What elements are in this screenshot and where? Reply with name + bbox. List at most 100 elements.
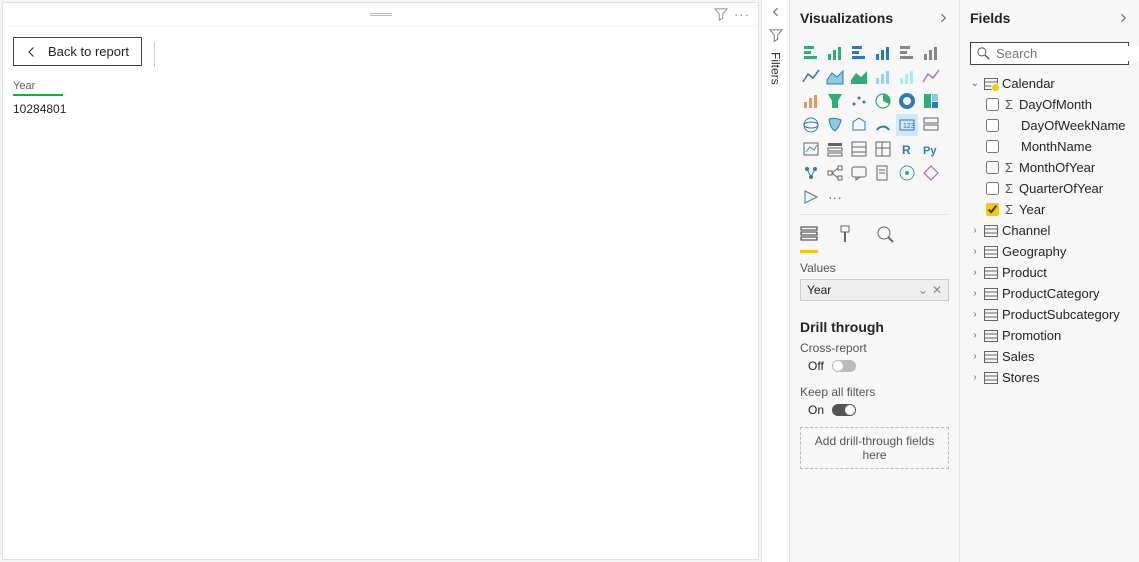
table-calendar[interactable]: ⌄ Calendar (970, 73, 1129, 94)
viz-area[interactable] (824, 66, 846, 88)
table-product[interactable]: ›Product (970, 262, 1129, 283)
field-label: DayOfMonth (1019, 97, 1092, 112)
viz-arcgis[interactable] (896, 162, 918, 184)
keep-filters-toggle[interactable] (832, 404, 856, 416)
viz-100-stacked-column[interactable] (920, 42, 942, 64)
values-chip-text: Year (807, 283, 831, 297)
chevron-down-icon[interactable]: ⌄ (918, 283, 928, 297)
viz-filled-map[interactable] (824, 114, 846, 136)
fields-search[interactable] (970, 42, 1129, 65)
table-productcategory[interactable]: ›ProductCategory (970, 283, 1129, 304)
drillthrough-drop-zone[interactable]: Add drill-through fields here (800, 427, 949, 469)
field-monthofyear[interactable]: ΣMonthOfYear (986, 157, 1129, 178)
viz-line-clustered-column[interactable] (896, 66, 918, 88)
cross-report-toggle[interactable] (832, 360, 856, 372)
viz-r-visual[interactable]: R (896, 138, 918, 160)
table-productsubcategory[interactable]: ›ProductSubcategory (970, 304, 1129, 325)
viz-funnel[interactable] (824, 90, 846, 112)
table-stores[interactable]: ›Stores (970, 367, 1129, 388)
values-field-chip[interactable]: Year ⌄ ✕ (800, 279, 949, 301)
table-label: Calendar (1002, 76, 1055, 91)
more-options-icon[interactable]: ··· (734, 7, 750, 22)
viz-python-visual[interactable]: Py (920, 138, 942, 160)
viz-matrix[interactable] (872, 138, 894, 160)
funnel-icon[interactable] (714, 7, 728, 22)
field-quarterofyear[interactable]: ΣQuarterOfYear (986, 178, 1129, 199)
svg-text:Py: Py (923, 145, 937, 157)
drag-handle-icon[interactable] (370, 13, 392, 16)
viz-100-stacked-bar[interactable] (896, 42, 918, 64)
fields-header: Fields (960, 0, 1139, 36)
viz-pie[interactable] (872, 90, 894, 112)
table-icon (984, 78, 998, 90)
viz-stacked-column[interactable] (824, 42, 846, 64)
card-visual-label: Year (13, 80, 63, 96)
table-geography[interactable]: ›Geography (970, 241, 1129, 262)
viz-gauge[interactable] (872, 114, 894, 136)
back-to-report-button[interactable]: Back to report (13, 37, 142, 66)
viz-kpi[interactable] (800, 138, 822, 160)
viz-more[interactable]: ··· (824, 186, 846, 208)
funnel-icon (769, 28, 783, 42)
viz-multi-row-card[interactable] (920, 114, 942, 136)
fields-search-input[interactable] (996, 46, 1139, 61)
field-checkbox[interactable] (986, 203, 999, 216)
viz-donut[interactable] (896, 90, 918, 112)
field-year[interactable]: ΣYear (986, 199, 1129, 220)
visualizations-header: Visualizations (790, 0, 959, 36)
tab-analytics[interactable] (876, 221, 894, 253)
chevron-right-icon[interactable] (937, 12, 949, 24)
viz-slicer[interactable] (824, 138, 846, 160)
filters-label: Filters (769, 52, 783, 85)
card-visual[interactable]: Year 10284801 (13, 77, 113, 116)
field-monthname[interactable]: MonthName (986, 136, 1129, 157)
remove-field-icon[interactable]: ✕ (932, 283, 942, 297)
table-sales[interactable]: ›Sales (970, 346, 1129, 367)
table-promotion[interactable]: ›Promotion (970, 325, 1129, 346)
viz-scatter[interactable] (848, 90, 870, 112)
viz-stacked-area[interactable] (848, 66, 870, 88)
viz-shape-map[interactable] (848, 114, 870, 136)
field-checkbox[interactable] (986, 140, 999, 153)
field-label: MonthName (1021, 139, 1092, 154)
keep-filters-label: Keep all filters (800, 385, 949, 399)
card-visual-value: 10284801 (13, 102, 113, 116)
filters-pane-collapsed[interactable]: Filters (761, 0, 789, 562)
viz-clustered-bar[interactable] (848, 42, 870, 64)
table-channel[interactable]: ›Channel (970, 220, 1129, 241)
viz-waterfall[interactable] (800, 90, 822, 112)
chevron-right-icon: › (970, 288, 980, 299)
chevron-right-icon: › (970, 372, 980, 383)
back-button-label: Back to report (48, 44, 129, 59)
fields-title: Fields (970, 10, 1010, 26)
table-icon (984, 225, 998, 237)
viz-stacked-bar[interactable] (800, 42, 822, 64)
viz-decomposition-tree[interactable] (824, 162, 846, 184)
field-dayofweekname[interactable]: DayOfWeekName (986, 115, 1129, 136)
viz-card[interactable]: 123 (896, 114, 918, 136)
tab-fields[interactable] (800, 221, 818, 253)
field-checkbox[interactable] (986, 161, 999, 174)
field-checkbox[interactable] (986, 98, 999, 111)
tab-format[interactable] (838, 221, 856, 253)
viz-power-apps[interactable] (920, 162, 942, 184)
viz-treemap[interactable] (920, 90, 942, 112)
viz-power-automate[interactable] (800, 186, 822, 208)
viz-clustered-column[interactable] (872, 42, 894, 64)
visualizations-pane: Visualizations 123RPy··· Values Year ⌄ ✕ (789, 0, 959, 562)
chevron-right-icon[interactable] (1117, 12, 1129, 24)
viz-key-influencers[interactable] (800, 162, 822, 184)
field-dayofmonth[interactable]: ΣDayOfMonth (986, 94, 1129, 115)
viz-line-stacked-column[interactable] (872, 66, 894, 88)
field-checkbox[interactable] (986, 182, 999, 195)
viz-ribbon[interactable] (920, 66, 942, 88)
svg-text:123: 123 (903, 123, 915, 130)
chevron-down-icon: ⌄ (970, 78, 980, 89)
field-checkbox[interactable] (986, 119, 999, 132)
chevron-right-icon: › (970, 246, 980, 257)
viz-map[interactable] (800, 114, 822, 136)
viz-table[interactable] (848, 138, 870, 160)
viz-line[interactable] (800, 66, 822, 88)
viz-qna[interactable] (848, 162, 870, 184)
viz-paginated[interactable] (872, 162, 894, 184)
